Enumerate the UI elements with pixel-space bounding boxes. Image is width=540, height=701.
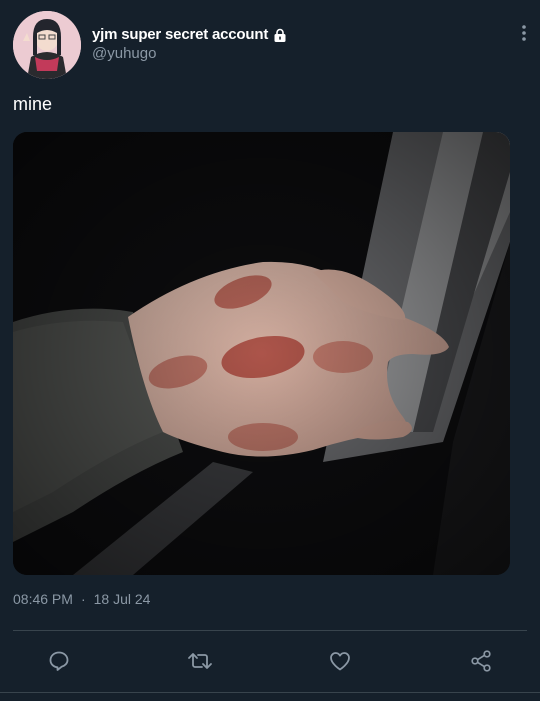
tweet-date: 18 Jul 24 (93, 591, 151, 607)
name-row: yjm super secret account (92, 26, 287, 43)
tweet-header: yjm super secret account @yuhugo (13, 11, 527, 79)
more-vertical-icon[interactable] (519, 23, 529, 43)
share-icon[interactable] (461, 641, 501, 681)
display-name[interactable]: yjm super secret account (92, 26, 268, 43)
retweet-icon[interactable] (180, 641, 220, 681)
bottom-divider (0, 692, 540, 693)
action-bar (0, 641, 540, 681)
tweet-time: 08:46 PM (13, 591, 73, 607)
heart-icon[interactable] (320, 641, 360, 681)
tweet-photo[interactable] (13, 132, 510, 575)
dot-separator: · (80, 591, 86, 607)
lock-icon (273, 28, 287, 42)
username-handle[interactable]: @yuhugo (92, 45, 156, 62)
reply-icon[interactable] (39, 641, 79, 681)
avatar[interactable] (13, 11, 81, 79)
tweet-timestamp[interactable]: 08:46 PM · 18 Jul 24 (13, 591, 150, 607)
divider (13, 630, 527, 631)
tweet-text: mine (13, 94, 53, 114)
